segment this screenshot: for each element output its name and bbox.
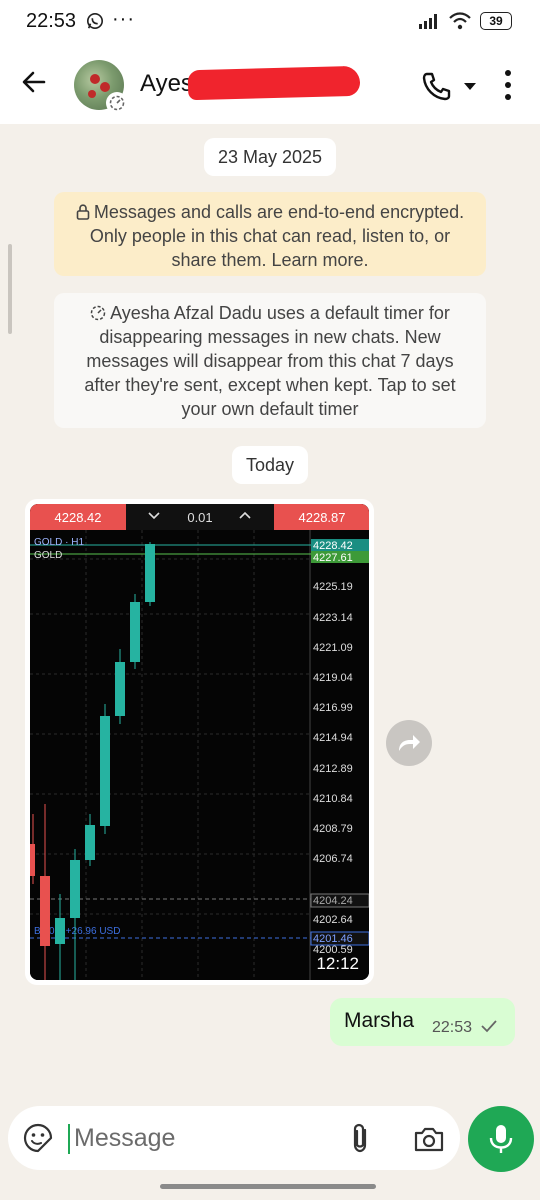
trading-chart-image: 4228.42 4228.87 0.01 GOLD · H1 GOLD B , … — [30, 504, 369, 980]
today-chip: Today — [232, 446, 308, 484]
back-button[interactable] — [18, 66, 50, 98]
contact-name[interactable]: Ayes — [140, 70, 193, 98]
encryption-notice-text: Messages and calls are end-to-end encryp… — [89, 202, 465, 270]
volume-value: 0.01 — [187, 510, 212, 525]
price-tag: 4227.61 — [313, 552, 353, 564]
redaction-mark — [187, 65, 361, 101]
bid-price: 4228.42 — [55, 510, 102, 525]
chevron-down-icon[interactable] — [462, 78, 478, 94]
phone-icon[interactable] — [420, 70, 454, 102]
more-options-icon[interactable] — [500, 68, 516, 102]
sent-check-icon — [481, 1020, 497, 1033]
trading-screenshot[interactable]: 4228.42 4228.87 0.01 GOLD · H1 GOLD B , … — [30, 504, 369, 980]
attach-icon[interactable] — [346, 1122, 376, 1154]
price-scale-label: 4216.99 — [313, 702, 353, 714]
more-notifications-icon: ··· — [112, 8, 135, 30]
ask-price: 4228.87 — [299, 510, 346, 525]
wifi-icon — [449, 12, 471, 30]
symbol-name-label: GOLD — [34, 550, 62, 561]
battery-icon: 39 — [480, 12, 512, 30]
price-tag: 4228.42 — [313, 540, 353, 552]
disappearing-timer-icon — [106, 92, 128, 114]
price-scale-label: 4202.64 — [313, 914, 353, 926]
home-indicator[interactable] — [160, 1184, 376, 1189]
price-scale-label: 4208.79 — [313, 823, 353, 835]
status-time: 22:53 — [26, 10, 77, 32]
camera-icon[interactable] — [412, 1124, 446, 1154]
symbol-timeframe-label: GOLD · H1 — [34, 537, 84, 548]
sticker-icon[interactable] — [22, 1122, 54, 1154]
outgoing-message[interactable]: Marsha 22:53 — [330, 998, 515, 1046]
scrollbar[interactable] — [8, 244, 12, 334]
date-chip: 23 May 2025 — [204, 138, 336, 176]
disappearing-timer-text: Ayesha Afzal Dadu uses a default timer f… — [84, 303, 456, 419]
outgoing-message-time: 22:53 — [432, 1019, 473, 1036]
timer-icon — [90, 305, 106, 321]
price-scale-label: 4225.19 — [313, 581, 353, 593]
whatsapp-icon — [86, 12, 104, 30]
status-icons: 39 — [418, 12, 512, 30]
message-input[interactable] — [74, 1120, 274, 1156]
chat-header: Ayes — [0, 44, 540, 124]
image-message-time: 12:12 — [316, 954, 359, 973]
signal-icon — [419, 14, 437, 29]
encryption-notice[interactable]: Messages and calls are end-to-end encryp… — [54, 192, 486, 276]
price-scale-label: 4210.84 — [313, 793, 353, 805]
disappearing-timer-notice[interactable]: Ayesha Afzal Dadu uses a default timer f… — [54, 293, 486, 428]
price-scale-label: 4212.89 — [313, 763, 353, 775]
price-scale-label: 4206.74 — [313, 853, 353, 865]
price-scale-label: 4219.04 — [313, 672, 353, 684]
image-message[interactable]: 4228.42 4228.87 0.01 GOLD · H1 GOLD B , … — [25, 499, 374, 985]
price-tag: 4204.24 — [313, 895, 353, 907]
price-scale-label: 4223.14 — [313, 612, 353, 624]
price-scale-label: 4214.94 — [313, 732, 353, 744]
composer — [8, 1106, 460, 1170]
status-bar: 22:53 ··· 39 — [0, 0, 540, 44]
forward-button[interactable] — [386, 720, 432, 766]
lock-icon — [76, 204, 90, 220]
voice-message-button[interactable] — [468, 1106, 534, 1172]
microphone-icon — [489, 1125, 513, 1153]
text-caret — [68, 1124, 70, 1154]
price-scale-label: 4221.09 — [313, 642, 353, 654]
forward-icon — [399, 735, 420, 751]
outgoing-message-text: Marsha — [344, 1009, 415, 1032]
